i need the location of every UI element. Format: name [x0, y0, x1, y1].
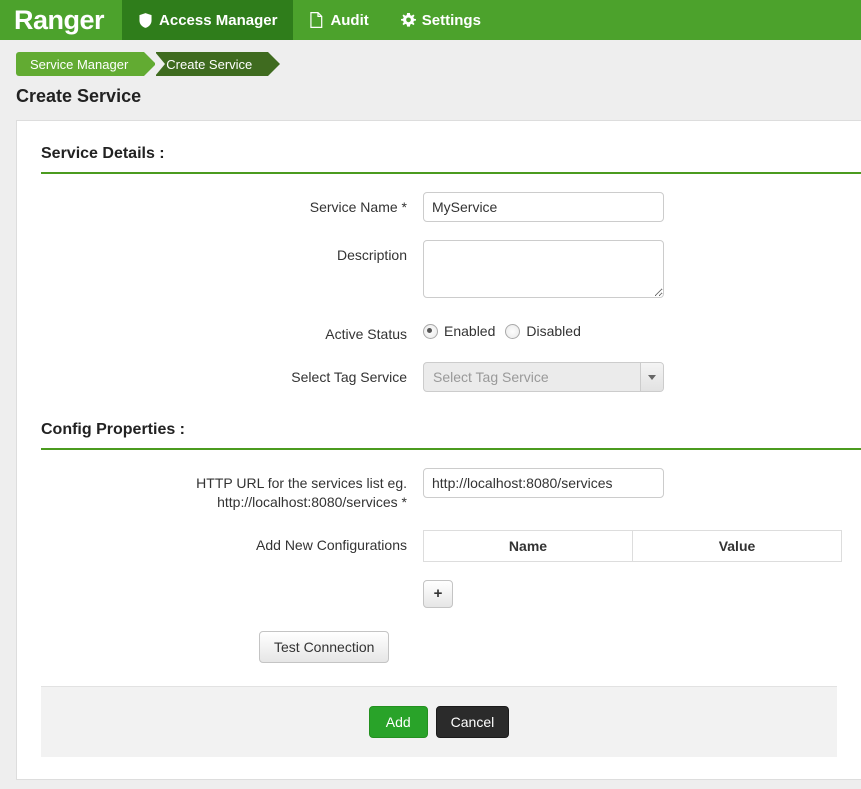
service-name-input[interactable] [423, 192, 664, 222]
config-properties-heading: Config Properties : [41, 421, 861, 450]
description-textarea[interactable] [423, 240, 664, 298]
tag-service-label: Select Tag Service [291, 369, 407, 385]
shield-icon [138, 12, 153, 28]
radio-disabled-label: Disabled [526, 323, 581, 339]
table-header-row: Name Value [423, 530, 842, 562]
tag-service-selected-value: Select Tag Service [433, 369, 549, 385]
nav-item-audit[interactable]: Audit [293, 0, 384, 40]
document-icon [309, 12, 324, 28]
breadcrumb-label: Create Service [166, 56, 253, 72]
field-row-service-name: Service Name * [17, 192, 861, 222]
breadcrumb: Service Manager Create Service [0, 40, 861, 76]
breadcrumb-item-service-manager[interactable]: Service Manager [16, 52, 157, 76]
field-row-http-url: HTTP URL for the services list eg. http:… [17, 468, 861, 512]
column-header-name: Name [423, 530, 633, 562]
nav-item-label: Settings [421, 11, 481, 29]
http-url-label-line1: HTTP URL for the services list eg. [196, 475, 407, 491]
configurations-table: Name Value [423, 530, 842, 562]
radio-dot-icon [505, 323, 521, 339]
chevron-down-icon[interactable] [640, 363, 663, 391]
field-row-active-status: Active Status Enabled Disabled [17, 319, 861, 344]
radio-enabled-label: Enabled [444, 323, 496, 339]
http-url-label: HTTP URL for the services list eg. http:… [17, 468, 423, 512]
field-row-description: Description [17, 240, 861, 301]
service-details-heading: Service Details : [41, 145, 861, 174]
add-button[interactable]: Add [368, 706, 428, 738]
field-row-tag-service: Select Tag Service Select Tag Service [17, 362, 861, 392]
top-navigation-bar: Ranger Access Manager Audit Settings [0, 0, 861, 40]
page-title: Create Service [16, 86, 142, 106]
form-footer: Add Cancel [41, 686, 837, 757]
radio-dot-icon [423, 323, 438, 339]
http-url-label-line2: http://localhost:8080/services * [217, 494, 407, 510]
tag-service-select[interactable]: Select Tag Service [423, 362, 664, 392]
nav-item-settings[interactable]: Settings [385, 0, 497, 40]
description-label: Description [336, 247, 407, 263]
row-add-configuration-button: + [17, 580, 861, 608]
add-new-configurations-label: Add New Configurations [256, 537, 407, 553]
brand-logo[interactable]: Ranger [0, 0, 122, 40]
add-configuration-row-button[interactable]: + [423, 580, 453, 608]
column-header-value: Value [632, 530, 842, 562]
service-name-label: Service Name * [309, 199, 407, 215]
radio-enabled[interactable]: Enabled [423, 323, 495, 339]
nav-item-label: Audit [330, 11, 369, 29]
nav-item-label: Access Manager [159, 11, 278, 29]
gear-icon [400, 12, 416, 28]
cancel-button[interactable]: Cancel [435, 706, 510, 738]
active-status-label: Active Status [325, 326, 407, 342]
http-url-input[interactable] [423, 468, 664, 498]
radio-disabled[interactable]: Disabled [505, 323, 581, 339]
breadcrumb-item-create-service[interactable]: Create Service [155, 52, 281, 76]
test-connection-button[interactable]: Test Connection [259, 631, 390, 663]
row-test-connection: Test Connection [17, 631, 861, 663]
breadcrumb-label: Service Manager [30, 56, 129, 72]
field-row-add-new-configurations: Add New Configurations Name Value [17, 530, 861, 562]
create-service-panel: Service Details : Service Name * Descrip… [16, 120, 861, 780]
nav-item-access-manager[interactable]: Access Manager [122, 0, 294, 40]
